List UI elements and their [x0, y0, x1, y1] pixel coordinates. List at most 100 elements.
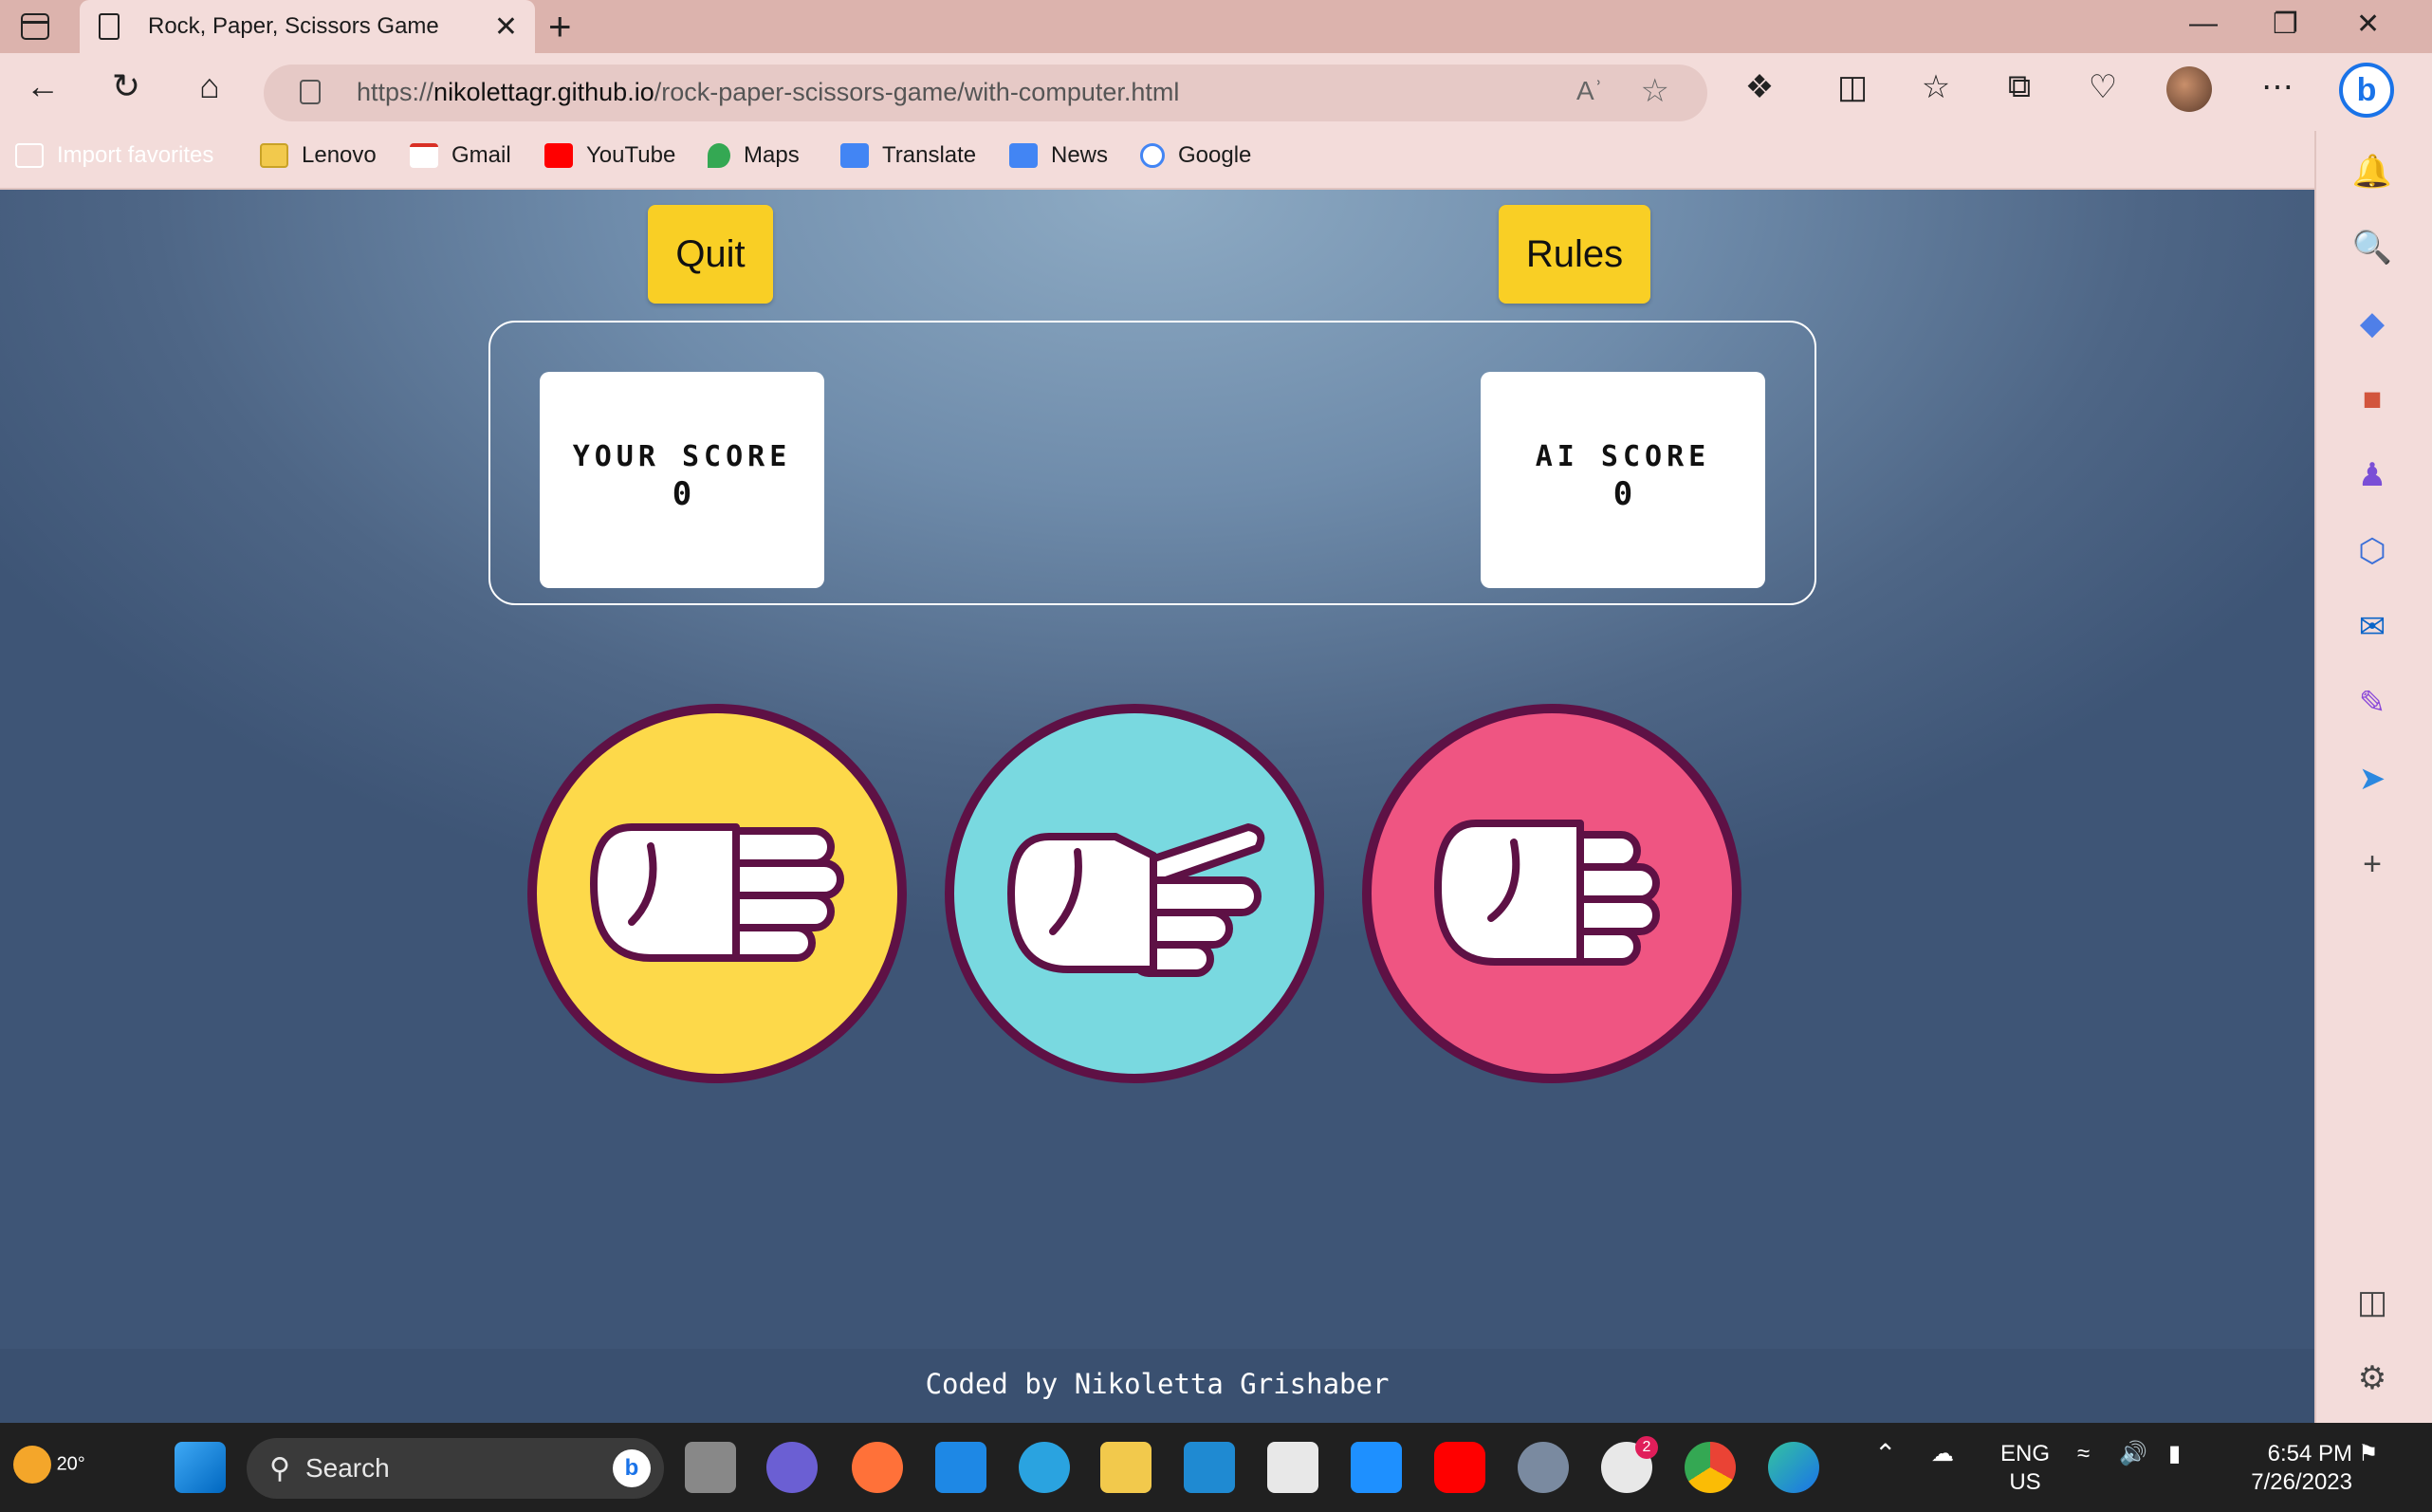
- favorite-news[interactable]: News: [1009, 142, 1108, 169]
- file-explorer-icon[interactable]: [1100, 1442, 1152, 1493]
- favorites-icon[interactable]: ☆: [1912, 68, 1960, 106]
- add-sidebar-app-icon[interactable]: +: [2349, 840, 2396, 888]
- browser-essentials-icon[interactable]: ♡: [2079, 68, 2127, 106]
- lenovo-vantage-icon[interactable]: [1351, 1442, 1402, 1493]
- new-tab-button[interactable]: +: [548, 4, 572, 49]
- show-hidden-icons[interactable]: ⌃: [1874, 1440, 1896, 1468]
- edge-sidebar: 🔔 🔍 ◆ ■ ♟ ⬡ ✉ ✎ ➤ + ◫ ⚙: [2314, 131, 2432, 1423]
- edge-icon[interactable]: [1768, 1442, 1819, 1493]
- split-screen-icon[interactable]: ◫: [1829, 68, 1876, 106]
- settings-icon[interactable]: [1518, 1442, 1569, 1493]
- volume-icon[interactable]: 🔊: [2119, 1440, 2147, 1468]
- taskbar-search[interactable]: ⚲ Search b: [247, 1438, 664, 1499]
- close-tab-icon[interactable]: ✕: [494, 10, 518, 44]
- favorite-maps[interactable]: Maps: [708, 142, 800, 169]
- battery-icon[interactable]: ▮: [2168, 1440, 2181, 1468]
- onedrive-icon[interactable]: ☁: [1931, 1440, 1954, 1468]
- search-icon[interactable]: 🔍: [2349, 224, 2396, 271]
- search-icon: ⚲: [269, 1452, 290, 1484]
- ai-score-label: AI SCORE: [1535, 440, 1711, 473]
- wifi-icon[interactable]: ≈: [2077, 1440, 2090, 1468]
- scoreboard: YOUR SCORE 0 AI SCORE 0: [488, 321, 1816, 605]
- youtube-app-icon[interactable]: [1434, 1442, 1485, 1493]
- toolbar: ← ↻ ⌂ https://nikolettagr.github.io/rock…: [0, 53, 2432, 131]
- quit-button[interactable]: Quit: [648, 205, 773, 304]
- hide-sidebar-icon[interactable]: ◫: [2349, 1279, 2396, 1326]
- telegram-icon[interactable]: [1019, 1442, 1070, 1493]
- read-aloud-icon[interactable]: Aʾ: [1576, 76, 1603, 106]
- favorite-youtube[interactable]: YouTube: [544, 142, 675, 169]
- chrome-icon[interactable]: [1685, 1442, 1736, 1493]
- windows-taskbar: 20° ⚲ Search b 2 ⌃ ☁ ENG US ≈ 🔊 ▮ 6:54 PM…: [0, 1423, 2432, 1512]
- profile-avatar[interactable]: [2166, 66, 2212, 112]
- start-icon[interactable]: [175, 1442, 226, 1493]
- task-view-icon[interactable]: [685, 1442, 736, 1493]
- games-icon[interactable]: ♟: [2349, 452, 2396, 499]
- lock-icon[interactable]: [300, 80, 321, 104]
- extensions-icon[interactable]: ❖: [1736, 68, 1783, 106]
- rules-button[interactable]: Rules: [1499, 205, 1650, 304]
- import-icon: [15, 143, 44, 168]
- rock-hand-icon: [1434, 820, 1660, 966]
- vscode-icon[interactable]: [1184, 1442, 1235, 1493]
- weather-widget[interactable]: 20°: [13, 1446, 85, 1484]
- minimize-button[interactable]: —: [2189, 8, 2218, 40]
- notifications-icon[interactable]: 🔔: [2349, 148, 2396, 195]
- designer-icon[interactable]: ✎: [2349, 679, 2396, 727]
- favorite-google[interactable]: Google: [1140, 142, 1251, 169]
- bing-icon: b: [613, 1449, 651, 1487]
- firefox-icon[interactable]: [852, 1442, 903, 1493]
- tab-actions-icon[interactable]: [21, 13, 49, 40]
- paper-button[interactable]: [527, 704, 907, 1083]
- your-score-value: 0: [672, 475, 692, 513]
- more-options-icon[interactable]: ⋯: [2254, 68, 2301, 106]
- clock[interactable]: 6:54 PM 7/26/2023: [2210, 1440, 2352, 1497]
- scissors-button[interactable]: [945, 704, 1324, 1083]
- teams-chat-icon[interactable]: [766, 1442, 818, 1493]
- page-icon: [99, 13, 120, 40]
- your-score-label: YOUR SCORE: [572, 440, 792, 473]
- slack-badge: 2: [1635, 1436, 1658, 1459]
- bing-copilot-icon[interactable]: b: [2339, 63, 2394, 118]
- slack-icon[interactable]: 2: [1601, 1436, 1658, 1493]
- paper-hand-icon: [590, 823, 844, 962]
- tools-icon[interactable]: ■: [2349, 376, 2396, 423]
- your-score-card: YOUR SCORE 0: [540, 372, 824, 588]
- folder-icon: [260, 143, 288, 168]
- back-icon[interactable]: ←: [19, 66, 66, 106]
- tab-title: Rock, Paper, Scissors Game: [148, 13, 439, 39]
- rock-button[interactable]: [1362, 704, 1741, 1083]
- url-text[interactable]: https://nikolettagr.github.io/rock-paper…: [357, 78, 1179, 107]
- weather-icon: [13, 1446, 51, 1484]
- active-tab[interactable]: Rock, Paper, Scissors Game ✕: [80, 0, 535, 53]
- translate-icon: [840, 143, 869, 168]
- favorite-star-icon[interactable]: ☆: [1641, 72, 1669, 110]
- outlook-icon[interactable]: ✉: [2349, 603, 2396, 651]
- favorite-gmail[interactable]: Gmail: [410, 142, 511, 169]
- tab-strip: Rock, Paper, Scissors Game ✕ + — ❐ ✕: [0, 0, 2432, 53]
- microsoft-365-icon[interactable]: ⬡: [2349, 527, 2396, 575]
- game-page: Quit Rules YOUR SCORE 0 AI SCORE 0 Coded…: [0, 190, 2314, 1423]
- refresh-icon[interactable]: ↻: [102, 66, 150, 106]
- restore-button[interactable]: ❐: [2273, 8, 2298, 41]
- drop-icon[interactable]: ➤: [2349, 755, 2396, 802]
- youtube-icon: [544, 143, 573, 168]
- shopping-icon[interactable]: ◆: [2349, 300, 2396, 347]
- home-icon[interactable]: ⌂: [186, 66, 233, 106]
- notification-center-icon[interactable]: ⚑: [2358, 1440, 2379, 1468]
- microsoft-store-icon[interactable]: [1267, 1442, 1318, 1493]
- favorite-translate[interactable]: Translate: [840, 142, 976, 169]
- favorite-lenovo[interactable]: Lenovo: [260, 142, 377, 169]
- collections-icon[interactable]: ⧉: [1996, 68, 2043, 105]
- favorite-import[interactable]: Import favorites: [15, 142, 213, 169]
- close-window-button[interactable]: ✕: [2356, 8, 2380, 41]
- maps-icon: [708, 143, 730, 168]
- google-icon: [1140, 143, 1165, 168]
- gmail-icon: [410, 143, 438, 168]
- address-bar[interactable]: https://nikolettagr.github.io/rock-paper…: [264, 65, 1707, 121]
- sidebar-settings-icon[interactable]: ⚙: [2349, 1355, 2396, 1402]
- favorites-bar: Import favorites Lenovo Gmail YouTube Ma…: [0, 131, 2314, 190]
- language-indicator[interactable]: ENG US: [1992, 1440, 2058, 1497]
- ai-score-value: 0: [1612, 475, 1633, 513]
- mail-icon[interactable]: [935, 1442, 986, 1493]
